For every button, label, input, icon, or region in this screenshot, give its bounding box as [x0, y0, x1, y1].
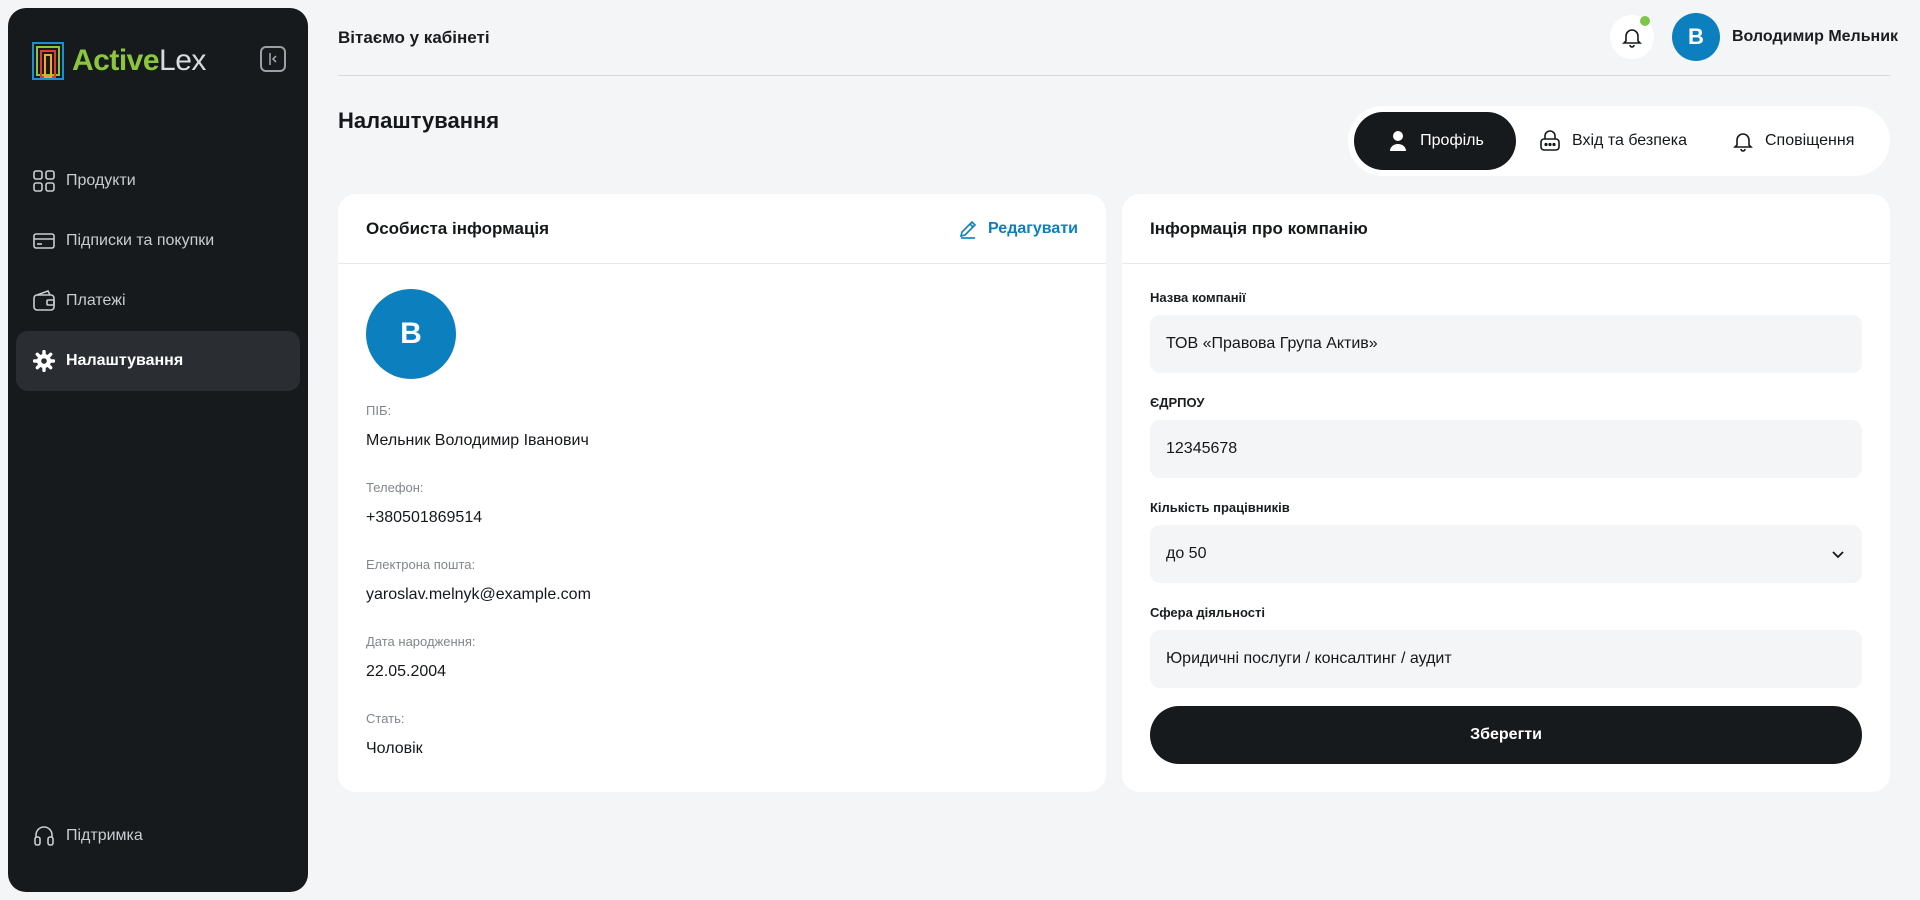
field-label: Дата народження:	[366, 634, 476, 649]
support-link[interactable]: Підтримка	[32, 820, 143, 852]
field-label: Телефон:	[366, 480, 424, 495]
company-info-card: Інформація про компанію Назва компанії Т…	[1122, 194, 1890, 792]
card-icon	[32, 229, 56, 253]
tab-profile[interactable]: Профіль	[1354, 112, 1516, 170]
sidebar-item-payments[interactable]: Платежі	[16, 271, 300, 331]
logo-text-lex: Lex	[159, 44, 206, 77]
tab-label: Профіль	[1420, 132, 1484, 149]
collapse-icon	[269, 53, 277, 65]
field-value: yaroslav.melnyk@example.com	[366, 586, 591, 603]
card-header: Особиста інформація Редагувати	[338, 194, 1106, 264]
logo-text-active: Active	[72, 44, 160, 77]
sidebar-item-label: Продукти	[66, 172, 136, 189]
field-full-name: ПІБ: Мельник Володимир Іванович	[366, 403, 589, 450]
field-email: Електрона пошта: yaroslav.melnyk@example…	[366, 557, 591, 604]
profile-avatar: В	[366, 289, 456, 379]
sidebar-nav: Продукти Підписки та покупки Платежі Нал…	[16, 151, 300, 391]
tab-notifications[interactable]: Сповіщення	[1709, 112, 1876, 170]
support-label: Підтримка	[66, 827, 143, 844]
lock-icon	[1538, 129, 1562, 153]
select-value: до 50	[1166, 545, 1207, 562]
user-name[interactable]: Володимир Мельник	[1732, 28, 1898, 46]
field-value: Мельник Володимир Іванович	[366, 432, 589, 449]
sidebar-item-subscriptions[interactable]: Підписки та покупки	[16, 211, 300, 271]
field-label: Стать:	[366, 711, 405, 726]
company-name-label: Назва компанії	[1150, 290, 1246, 305]
field-phone: Телефон: +380501869514	[366, 480, 482, 527]
page-title: Налаштування	[338, 108, 500, 133]
tab-login-security[interactable]: Вхід та безпека	[1516, 112, 1709, 170]
sidebar-item-label: Платежі	[66, 292, 126, 309]
welcome-text: Вітаємо у кабінеті	[338, 28, 490, 47]
tab-label: Вхід та безпека	[1572, 132, 1687, 149]
card-title: Особиста інформація	[366, 218, 550, 238]
industry-label: Сфера діяльності	[1150, 605, 1265, 620]
save-button[interactable]: Зберегти	[1150, 706, 1862, 764]
edrpou-input[interactable]: 12345678	[1150, 420, 1862, 478]
sidebar-item-label: Налаштування	[66, 352, 184, 369]
bell-icon	[1731, 129, 1755, 153]
card-header: Інформація про компанію	[1122, 194, 1890, 264]
bell-icon	[1622, 29, 1642, 48]
sidebar-item-products[interactable]: Продукти	[16, 151, 300, 211]
industry-input[interactable]: Юридичні послуги / консалтинг / аудит	[1150, 630, 1862, 688]
collapse-sidebar-button[interactable]	[260, 46, 286, 72]
notification-dot	[1640, 16, 1650, 26]
logo[interactable]: ActiveLex	[32, 40, 206, 82]
field-value: 22.05.2004	[366, 663, 447, 680]
settings-tabs: Профіль Вхід та безпека Сповіщення	[1348, 106, 1890, 176]
company-name-input[interactable]: ТОВ «Правова Група Актив»	[1150, 315, 1862, 373]
user-avatar[interactable]: В	[1672, 13, 1720, 61]
gear-icon	[32, 349, 56, 373]
field-birth-date: Дата народження: 22.05.2004	[366, 634, 476, 681]
pencil-icon	[959, 220, 977, 239]
field-value: Чоловік	[366, 740, 423, 757]
employees-label: Кількість працівників	[1150, 500, 1290, 515]
card-title: Інформація про компанію	[1150, 218, 1368, 238]
field-label: Електрона пошта:	[366, 557, 476, 572]
logo-mark-icon	[32, 42, 64, 80]
sidebar-item-label: Підписки та покупки	[66, 232, 215, 249]
input-value: ТОВ «Правова Група Актив»	[1166, 335, 1378, 352]
edrpou-label: ЄДРПОУ	[1150, 395, 1205, 410]
field-gender: Стать: Чоловік	[366, 711, 423, 758]
chevron-down-icon	[1832, 551, 1844, 559]
notifications-button[interactable]	[1610, 15, 1654, 59]
input-value: Юридичні послуги / консалтинг / аудит	[1166, 650, 1452, 667]
edit-label: Редагувати	[988, 219, 1078, 237]
field-label: ПІБ:	[366, 403, 392, 418]
input-value: 12345678	[1166, 440, 1238, 457]
field-value: +380501869514	[366, 509, 483, 526]
tab-label: Сповіщення	[1765, 132, 1855, 149]
grid-icon	[32, 169, 56, 193]
wallet-icon	[32, 289, 56, 313]
edit-button[interactable]: Редагувати	[958, 219, 1078, 239]
headset-icon	[32, 824, 56, 848]
sidebar-item-settings[interactable]: Налаштування	[16, 331, 300, 391]
employees-select[interactable]: до 50	[1150, 525, 1862, 583]
user-icon	[1386, 129, 1410, 153]
header-divider	[338, 75, 1890, 76]
company-form: Назва компанії ТОВ «Правова Група Актив»…	[1150, 290, 1862, 710]
sidebar: ActiveLex Продукти Підписки та покупки П…	[8, 8, 308, 892]
logo-text: ActiveLex	[72, 44, 206, 78]
personal-info-card: Особиста інформація Редагувати В ПІБ: Ме…	[338, 194, 1106, 792]
